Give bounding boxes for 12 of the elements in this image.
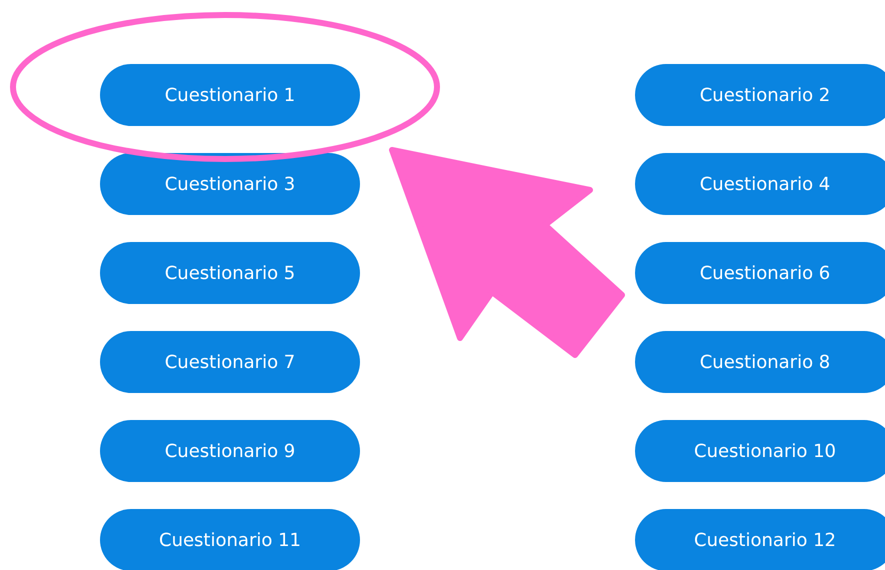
quiz-button[interactable]: Cuestionario 2 [635, 64, 885, 126]
quiz-button[interactable]: Cuestionario 6 [635, 242, 885, 304]
quiz-button[interactable]: Cuestionario 10 [635, 420, 885, 482]
quiz-button[interactable]: Cuestionario 5 [100, 242, 360, 304]
quiz-button[interactable]: Cuestionario 12 [635, 509, 885, 570]
quiz-button[interactable]: Cuestionario 8 [635, 331, 885, 393]
quiz-button[interactable]: Cuestionario 3 [100, 153, 360, 215]
quiz-button[interactable]: Cuestionario 4 [635, 153, 885, 215]
quiz-button[interactable]: Cuestionario 9 [100, 420, 360, 482]
quiz-button[interactable]: Cuestionario 7 [100, 331, 360, 393]
quiz-button[interactable]: Cuestionario 1 [100, 64, 360, 126]
quiz-button[interactable]: Cuestionario 11 [100, 509, 360, 570]
